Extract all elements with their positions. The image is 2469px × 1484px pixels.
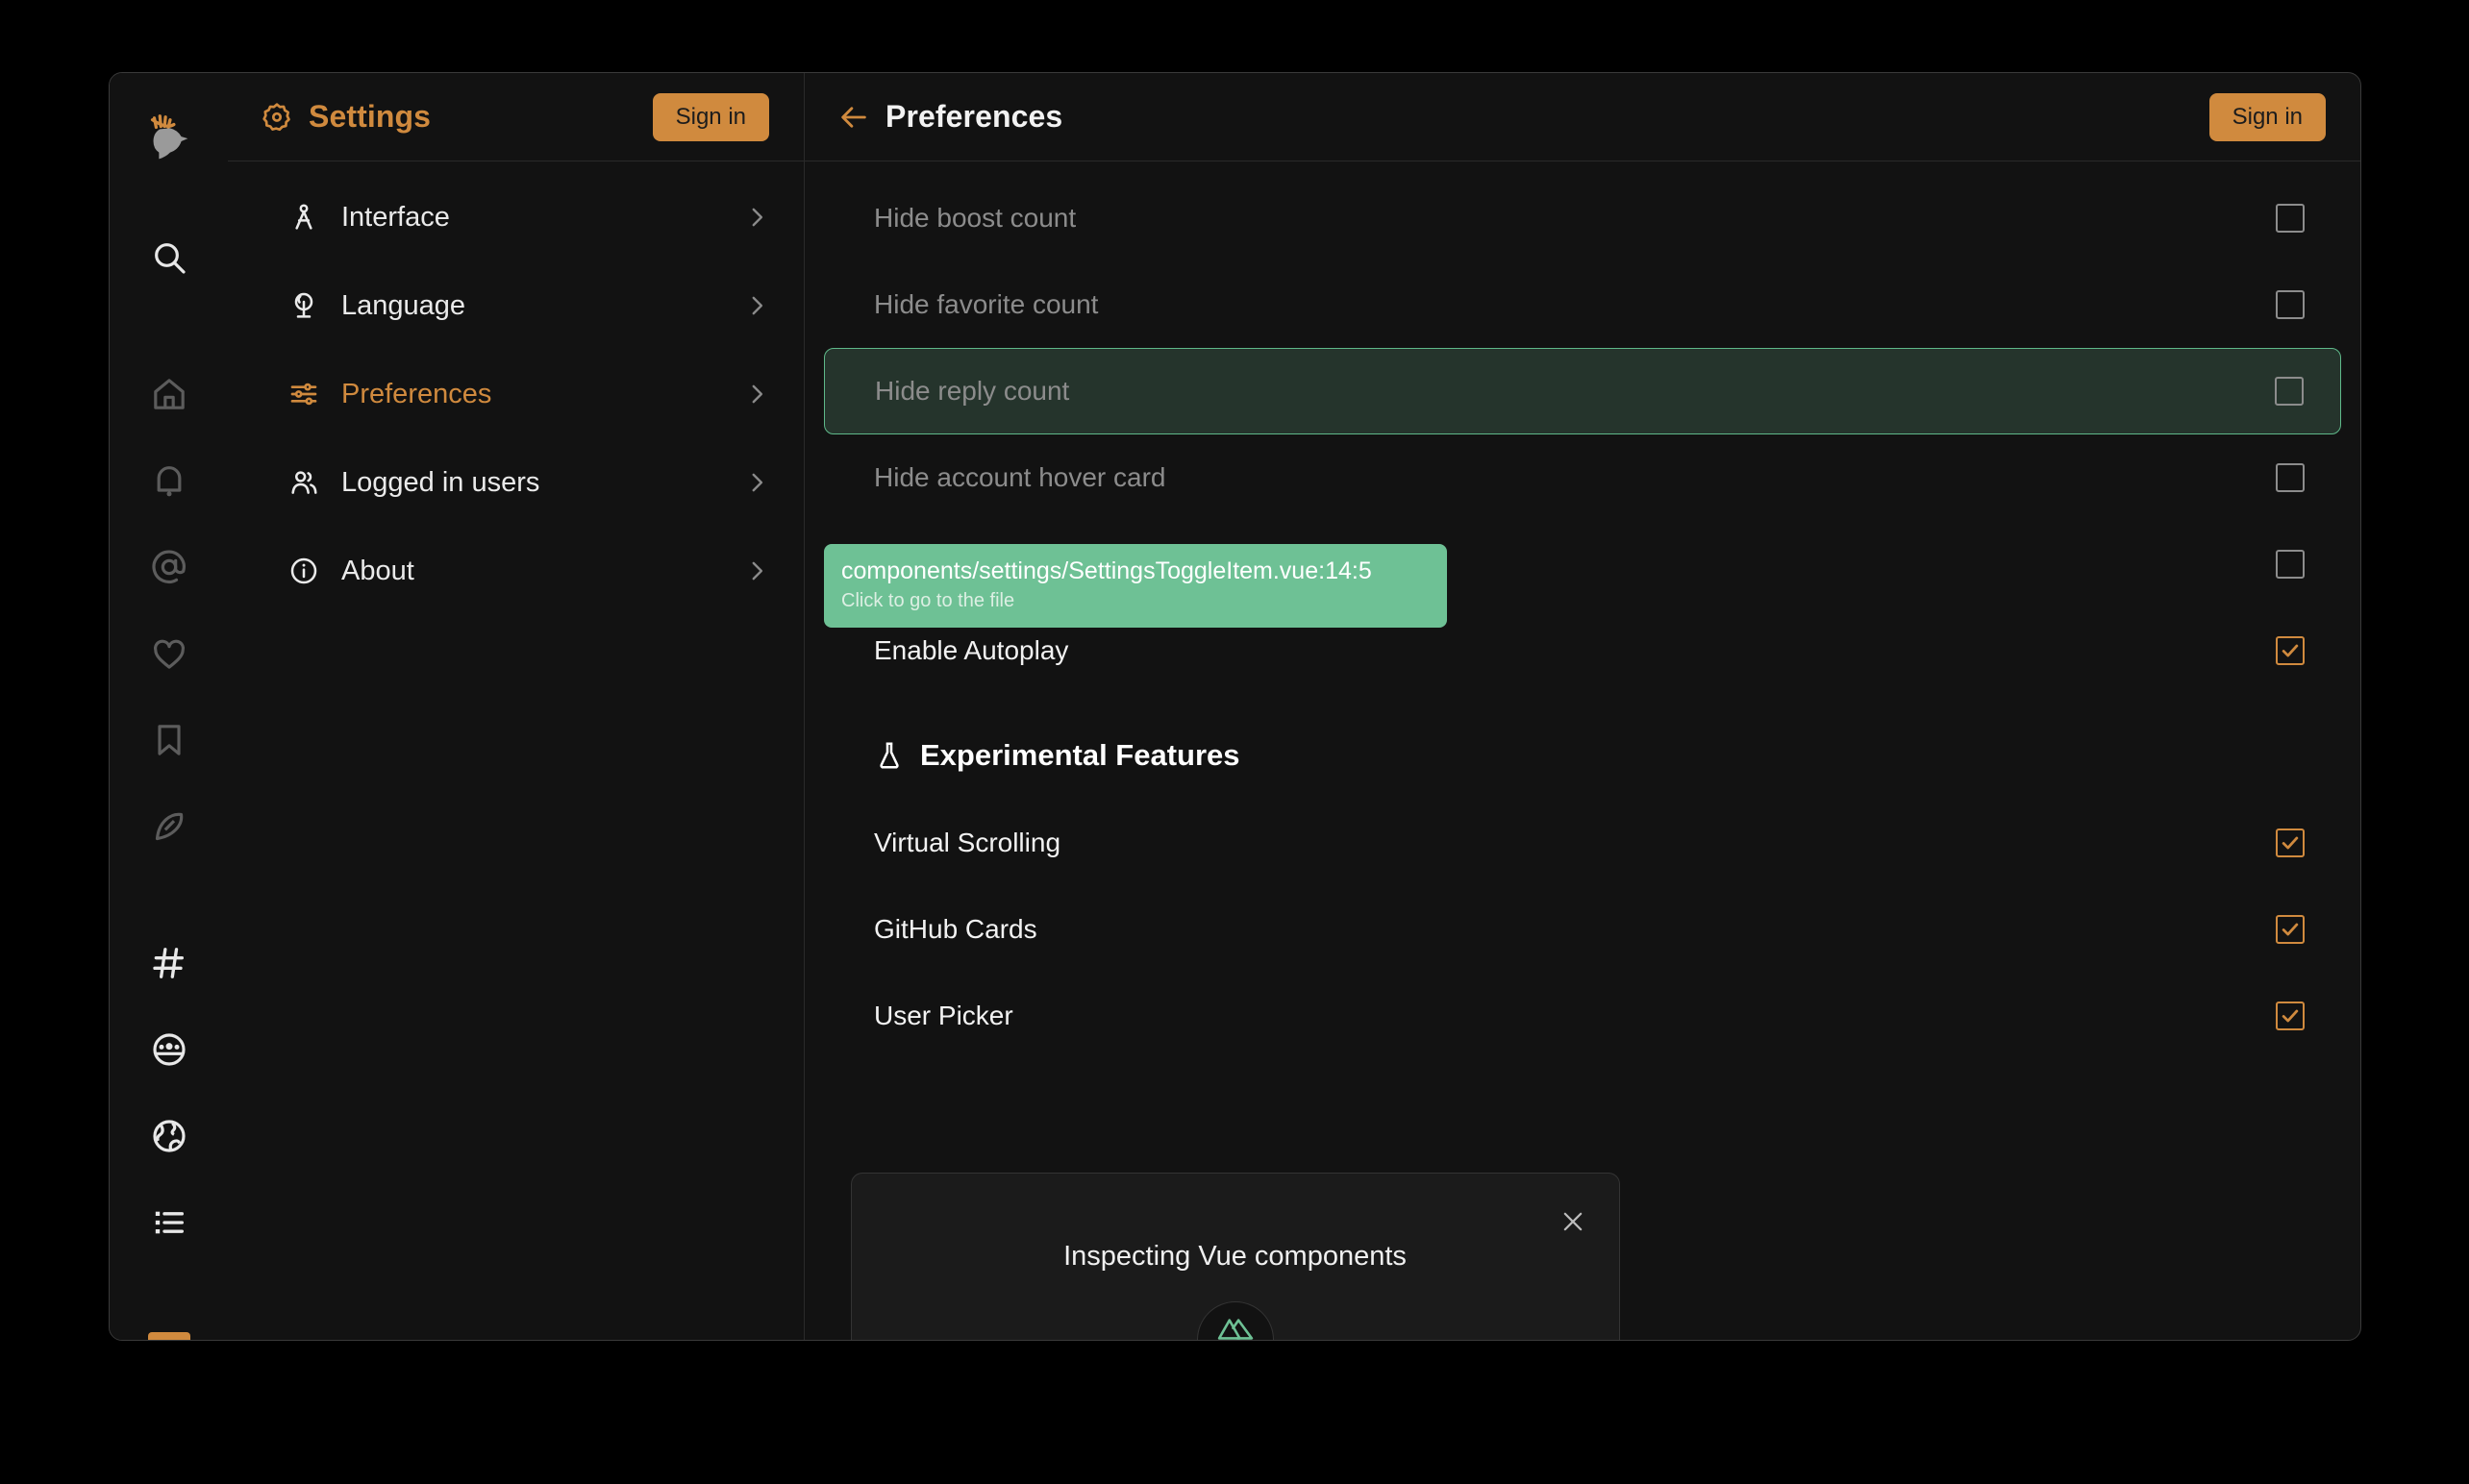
chevron-right-icon [744,382,769,407]
toggle-label: Virtual Scrolling [874,828,1061,857]
toggle-checkbox[interactable] [2276,1002,2305,1030]
chevron-right-icon [744,558,769,583]
sidebar-item-label: Preferences [341,378,492,409]
flask-icon [874,740,905,771]
preferences-column: Preferences Sign in Hide boost count Hid… [805,73,2360,1340]
toggle-checkbox[interactable] [2276,463,2305,492]
home-icon[interactable] [133,358,206,431]
close-icon[interactable] [1554,1202,1592,1241]
sidebar-item-label: Interface [341,201,450,233]
chevron-right-icon [744,205,769,230]
rail-bottom-indicator [147,1332,190,1340]
toggle-checkbox[interactable] [2275,377,2304,406]
chevron-right-icon [744,293,769,318]
section-title: Experimental Features [920,738,1240,772]
sidebar-item-language[interactable]: Language [228,261,804,350]
mention-icon[interactable] [133,531,206,604]
inspector-hint: Click to go to the file [841,589,1015,611]
sidebar-item-about[interactable]: About [228,527,804,615]
sidebar-item-label: Logged in users [341,466,540,498]
sidebar-item-label: About [341,555,414,586]
globe-icon[interactable] [133,1100,206,1173]
toggle-user-picker[interactable]: User Picker [824,973,2341,1059]
toggle-checkbox[interactable] [2276,829,2305,857]
heart-icon[interactable] [133,617,206,690]
toggle-hide-favorite-count[interactable]: Hide favorite count [824,261,2341,348]
bookmark-icon[interactable] [133,704,206,777]
search-icon[interactable] [133,221,206,294]
sliders-icon [287,379,320,409]
toggle-checkbox[interactable] [2276,550,2305,579]
preferences-header: Preferences Sign in [805,73,2360,161]
list-icon[interactable] [133,1186,206,1259]
toggle-hide-account-hover-card[interactable]: Hide account hover card [824,434,2341,521]
inspector-file-path: components/settings/SettingsToggleItem.v… [841,557,1372,584]
toast-message: Inspecting Vue components [1063,1241,1407,1272]
toggle-checkbox[interactable] [2276,290,2305,319]
sidebar-item-logged-in-users[interactable]: Logged in users [228,438,804,527]
toggle-checkbox[interactable] [2276,636,2305,665]
chevron-right-icon [744,470,769,495]
gear-icon [261,101,293,134]
icon-rail [110,73,228,1340]
info-circle-icon [287,556,320,586]
sidebar-item-label: Language [341,289,466,321]
experimental-features-heading: Experimental Features [824,694,2341,800]
page-title: Settings [309,99,432,134]
bell-icon[interactable] [133,444,206,517]
toggle-checkbox[interactable] [2276,204,2305,233]
toggle-virtual-scrolling[interactable]: Virtual Scrolling [824,800,2341,886]
hashtag-icon[interactable] [133,927,206,1000]
elk-deer-logo[interactable] [133,100,206,181]
toggle-label: Hide favorite count [874,289,1099,319]
preferences-body: Hide boost count Hide favorite count Hid… [805,161,2360,1059]
compass-person-icon [287,202,320,233]
toggle-checkbox[interactable] [2276,915,2305,944]
settings-sign-in-button[interactable]: Sign in [652,92,769,141]
toggle-label: Enable Autoplay [874,635,1069,665]
toggle-hide-boost-count[interactable]: Hide boost count [824,175,2341,261]
arrow-left-icon[interactable] [837,101,870,134]
toggle-label: Hide account hover card [874,462,1166,492]
app-window: Settings Sign in Interface Language Pref… [109,72,2361,1341]
page-title: Preferences [885,99,1063,134]
settings-header: Settings Sign in [228,73,804,161]
component-inspector-tooltip[interactable]: components/settings/SettingsToggleItem.v… [824,544,1447,628]
toggle-hide-reply-count[interactable]: Hide reply count [824,348,2341,434]
toggle-label: Hide boost count [874,203,1077,233]
toggle-label: GitHub Cards [874,914,1037,944]
globe-stand-icon [287,290,320,321]
users-icon [287,467,320,498]
feather-icon[interactable] [133,790,206,863]
settings-column: Settings Sign in Interface Language Pref… [228,73,805,1340]
toggle-label: Hide reply count [875,376,1070,406]
preferences-sign-in-button[interactable]: Sign in [2208,92,2326,141]
settings-menu: Interface Language Preferences Logged in… [228,161,804,615]
sidebar-item-preferences[interactable]: Preferences [228,350,804,438]
toggle-label: User Picker [874,1001,1013,1030]
toggle-github-cards[interactable]: GitHub Cards [824,886,2341,973]
community-icon[interactable] [133,1013,206,1086]
sidebar-item-interface[interactable]: Interface [228,173,804,261]
